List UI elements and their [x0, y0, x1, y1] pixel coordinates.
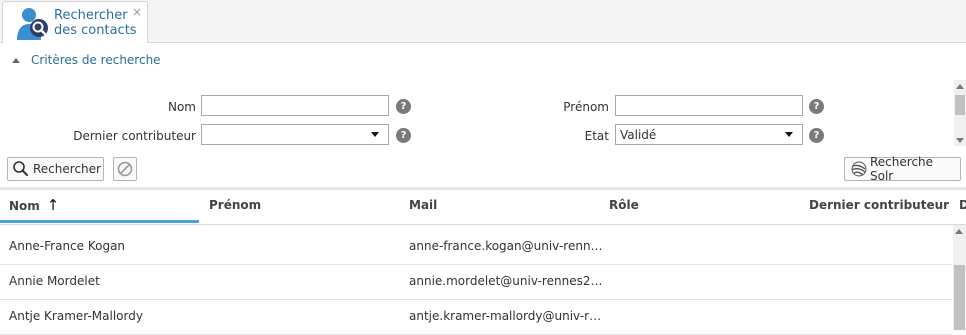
table-row[interactable]: Anne-France Kogan anne-france.kogan@univ… — [0, 229, 952, 265]
chevron-down-icon — [785, 132, 793, 137]
etat-value: Validé — [620, 127, 657, 142]
tab-title-line2: des contacts — [54, 23, 137, 38]
search-icon — [13, 161, 28, 176]
tab-title-line1: Rechercher — [54, 8, 128, 23]
dernier-contributeur-help-icon[interactable]: ? — [396, 128, 411, 143]
dernier-contributeur-select[interactable] — [201, 124, 389, 145]
dernier-contributeur-label: Dernier contributeur — [73, 129, 196, 143]
grid-scrollbar[interactable] — [953, 225, 966, 330]
cell-mail: annie.mordelet@univ-rennes2… — [409, 274, 603, 288]
form-scrollbar[interactable] — [954, 80, 966, 146]
etat-select[interactable]: Validé — [615, 124, 803, 145]
user-search-icon — [15, 6, 53, 42]
column-header-mail[interactable]: Mail — [409, 190, 437, 224]
search-button[interactable]: Rechercher — [7, 157, 104, 181]
clear-button[interactable] — [113, 157, 137, 181]
sort-ascending-icon: ↑ — [46, 196, 60, 214]
solr-icon — [851, 161, 867, 177]
etat-label: Etat — [584, 129, 609, 143]
cancel-icon — [117, 161, 133, 177]
nom-input[interactable] — [201, 95, 389, 116]
scroll-down-icon[interactable] — [956, 138, 964, 143]
sort-indicator — [0, 220, 199, 223]
collapse-triangle-icon — [12, 58, 20, 63]
table-row[interactable]: Annie Mordelet annie.mordelet@univ-renne… — [0, 264, 952, 300]
scrollbar-thumb[interactable] — [954, 265, 965, 330]
prenom-input[interactable] — [615, 95, 803, 116]
chevron-down-icon — [371, 132, 379, 137]
close-icon[interactable]: × — [132, 5, 142, 19]
solr-search-button[interactable]: Recherche Solr — [844, 155, 961, 183]
column-header-nom[interactable]: Nom ↑ — [9, 190, 59, 224]
cell-nom: Annie Mordelet — [9, 274, 100, 288]
nom-help-icon[interactable]: ? — [396, 99, 411, 114]
tab-bar: Rechercher des contacts × — [0, 0, 966, 43]
etat-help-icon[interactable]: ? — [809, 128, 824, 143]
cell-mail: antje.kramer-mallordy@univ-r… — [409, 309, 602, 323]
prenom-label: Prénom — [563, 100, 609, 114]
column-header-label: Nom — [9, 199, 40, 213]
column-header-dernier-contributeur[interactable]: Dernier contributeur — [809, 190, 949, 224]
search-button-label: Rechercher — [33, 162, 101, 176]
scrollbar-thumb[interactable] — [955, 95, 965, 115]
cell-mail: anne-france.kogan@univ-renn… — [409, 239, 603, 253]
column-header-prenom[interactable]: Prénom — [209, 190, 261, 224]
scroll-up-icon[interactable] — [956, 84, 964, 89]
column-header-role[interactable]: Rôle — [609, 190, 639, 224]
cell-nom: Antje Kramer-Mallordy — [9, 309, 143, 323]
tab-title: Rechercher des contacts — [54, 8, 137, 38]
column-header-d[interactable]: D — [959, 190, 966, 224]
scroll-up-icon[interactable] — [955, 229, 963, 234]
tab-search-contacts[interactable]: Rechercher des contacts × — [2, 1, 148, 43]
criteria-toggle[interactable]: Critères de recherche — [12, 52, 161, 68]
solr-search-label: Recherche Solr — [870, 155, 934, 183]
prenom-help-icon[interactable]: ? — [809, 99, 824, 114]
cell-nom: Anne-France Kogan — [9, 239, 126, 253]
criteria-label: Critères de recherche — [31, 53, 161, 67]
nom-label: Nom — [167, 100, 196, 114]
